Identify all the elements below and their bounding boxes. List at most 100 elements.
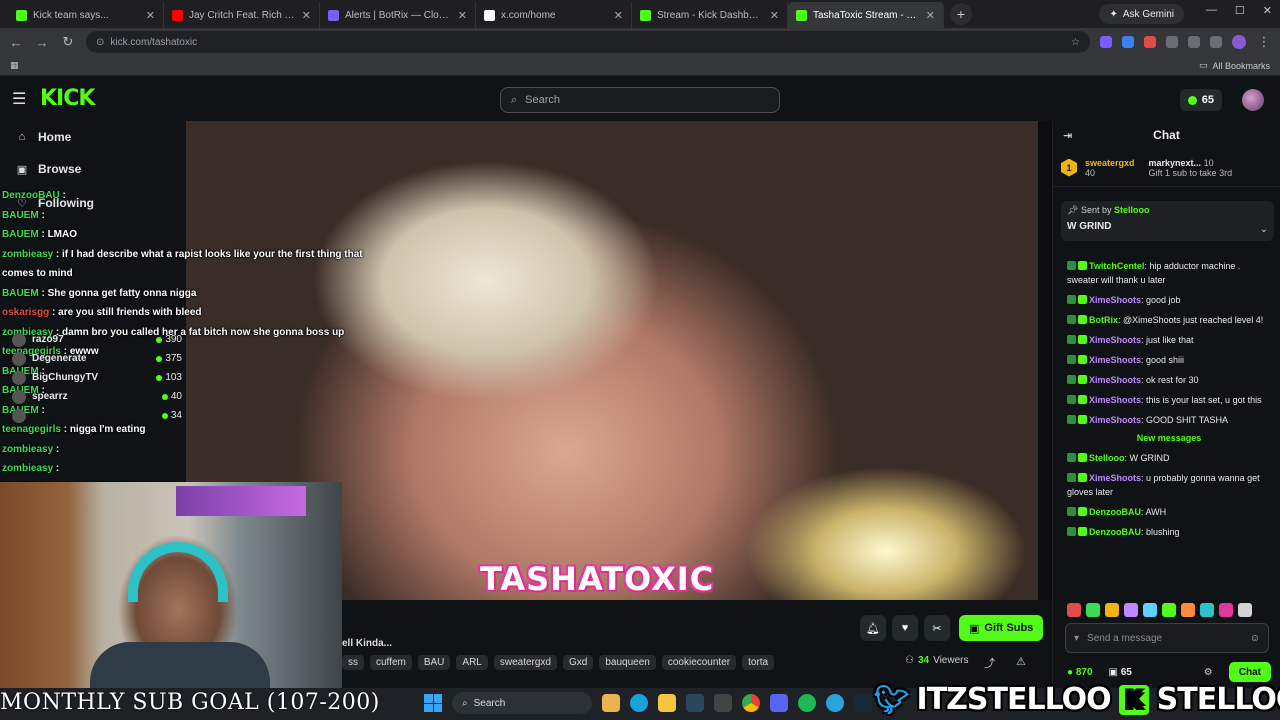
browser-tab[interactable]: Stream - Kick Dashboard ✕ bbox=[632, 2, 788, 28]
discord-icon[interactable] bbox=[770, 694, 788, 712]
reload-icon[interactable]: ↻ bbox=[60, 34, 76, 50]
taskbar-app-icon[interactable] bbox=[602, 694, 620, 712]
following-channel-item[interactable]: 34 bbox=[12, 406, 182, 425]
chat-username[interactable]: XimeShoots bbox=[1089, 473, 1141, 483]
points-badge[interactable]: 65 bbox=[1179, 89, 1222, 111]
all-bookmarks-button[interactable]: ▭ All Bookmarks bbox=[1199, 60, 1270, 71]
close-icon[interactable]: ✕ bbox=[302, 9, 311, 22]
profile-avatar[interactable] bbox=[1232, 35, 1246, 49]
chat-points[interactable]: ● 870 bbox=[1067, 667, 1093, 678]
sidebar-item-home[interactable]: ⌂ Home bbox=[0, 121, 186, 153]
chat-username[interactable]: BotRix bbox=[1089, 315, 1118, 325]
extension-icon[interactable] bbox=[1210, 36, 1222, 48]
close-icon[interactable]: ✕ bbox=[926, 9, 935, 22]
bookmark-star-icon[interactable]: ☆ bbox=[1071, 37, 1080, 48]
browser-tab-active[interactable]: TashaToxic Stream - Watch ✕ bbox=[788, 2, 944, 28]
pinned-message[interactable]: 📌︎ Sent by Stellooo W GRIND ⌄ bbox=[1061, 201, 1274, 241]
extension-icon[interactable] bbox=[1188, 36, 1200, 48]
kick-logo[interactable]: KICK bbox=[40, 86, 95, 111]
apps-grid-icon[interactable]: ▦ bbox=[10, 60, 19, 71]
emoji-icon[interactable]: ☺ bbox=[1250, 633, 1260, 644]
chat-username[interactable]: XimeShoots bbox=[1089, 355, 1141, 365]
chevron-down-icon[interactable]: ⌄ bbox=[1260, 224, 1268, 235]
collapse-chat-icon[interactable]: ⇥ bbox=[1063, 129, 1072, 142]
tag[interactable]: cuffem bbox=[370, 655, 412, 670]
emote-icon[interactable] bbox=[1162, 603, 1176, 617]
emote-icon[interactable] bbox=[1067, 603, 1081, 617]
windows-start-icon[interactable] bbox=[424, 694, 442, 712]
chat-subs[interactable]: ▣ 65 bbox=[1109, 667, 1132, 678]
steam-icon[interactable] bbox=[854, 694, 872, 712]
chat-username[interactable]: XimeShoots bbox=[1089, 295, 1141, 305]
pinned-user[interactable]: Stellooo bbox=[1114, 205, 1150, 215]
browser-tab[interactable]: Jay Critch Feat. Rich The Kid ✕ bbox=[164, 2, 320, 28]
following-channel-item[interactable]: BigChungyTV 103 bbox=[12, 368, 182, 387]
report-icon[interactable]: ⚠ bbox=[1016, 655, 1026, 668]
browser-tab[interactable]: x.com/home ✕ bbox=[476, 2, 632, 28]
folder-icon[interactable] bbox=[658, 694, 676, 712]
follow-heart-button[interactable]: ♥ bbox=[892, 615, 918, 641]
following-channel-item[interactable]: Degenerate 375 bbox=[12, 349, 182, 368]
tag[interactable]: Gxd bbox=[563, 655, 594, 670]
back-icon[interactable]: ← bbox=[8, 35, 24, 50]
tag[interactable]: ARL bbox=[456, 655, 488, 670]
notification-bell-button[interactable]: 🔔︎ bbox=[860, 615, 886, 641]
puzzle-icon[interactable] bbox=[1166, 36, 1178, 48]
gift-subs-button[interactable]: ▣ Gift Subs bbox=[959, 615, 1044, 641]
chat-username[interactable]: Stellooo bbox=[1089, 453, 1125, 463]
close-icon[interactable]: ✕ bbox=[770, 9, 779, 22]
menu-dots-icon[interactable]: ⋮ bbox=[1256, 34, 1272, 50]
chat-username[interactable]: XimeShoots bbox=[1089, 395, 1141, 405]
site-info-icon[interactable]: ⊙ bbox=[96, 37, 104, 48]
leaderboard-first-user[interactable]: sweatergxd bbox=[1085, 158, 1135, 168]
tag[interactable]: BAU bbox=[417, 655, 451, 670]
hamburger-menu-icon[interactable]: ☰ bbox=[12, 89, 32, 109]
emote-icon[interactable] bbox=[1086, 603, 1100, 617]
browser-tab[interactable]: Alerts | BotRix — Cloud Stream ✕ bbox=[320, 2, 476, 28]
tag[interactable]: cookiecounter bbox=[661, 655, 737, 670]
chat-username[interactable]: XimeShoots bbox=[1089, 335, 1141, 345]
user-avatar[interactable] bbox=[1242, 89, 1264, 111]
chat-username[interactable]: XimeShoots bbox=[1089, 415, 1141, 425]
telegram-icon[interactable] bbox=[826, 694, 844, 712]
chat-message-input[interactable]: ▾ Send a message ☺ bbox=[1065, 623, 1269, 653]
chat-username[interactable]: XimeShoots bbox=[1089, 375, 1141, 385]
extension-icon[interactable] bbox=[1144, 36, 1156, 48]
close-icon[interactable]: ✕ bbox=[146, 9, 155, 22]
following-channel-item[interactable]: spearrz 40 bbox=[12, 387, 182, 406]
close-icon[interactable]: ✕ bbox=[614, 9, 623, 22]
close-window-icon[interactable]: ✕ bbox=[1263, 4, 1272, 17]
spotify-icon[interactable] bbox=[798, 694, 816, 712]
following-channel-item[interactable]: razo97 390 bbox=[12, 330, 182, 349]
tag[interactable]: sweatergxd bbox=[493, 655, 557, 670]
clip-button[interactable]: ✂ bbox=[924, 615, 950, 641]
emote-icon[interactable] bbox=[1143, 603, 1157, 617]
browser-tab[interactable]: Kick team says... ✕ bbox=[8, 2, 164, 28]
new-tab-button[interactable]: + bbox=[950, 3, 972, 25]
share-icon[interactable]: ⤴ bbox=[984, 655, 995, 671]
chat-username[interactable]: TwitchCentel bbox=[1089, 261, 1144, 271]
emote-icon[interactable] bbox=[1124, 603, 1138, 617]
search-input[interactable]: ⌕ Search bbox=[500, 87, 780, 113]
gear-icon[interactable]: ⚙ bbox=[1204, 667, 1213, 678]
extension-icon[interactable] bbox=[1122, 36, 1134, 48]
leaderboard-gift-hint[interactable]: Gift 1 sub to take 3rd bbox=[1149, 168, 1233, 178]
taskbar-search[interactable]: ⌕ Search bbox=[452, 692, 592, 714]
send-chat-button[interactable]: Chat bbox=[1228, 662, 1271, 682]
address-bar[interactable]: ⊙ kick.com/tashatoxic ☆ bbox=[86, 31, 1090, 53]
taskbar-app-icon[interactable] bbox=[714, 694, 732, 712]
maximize-icon[interactable]: ☐ bbox=[1235, 4, 1245, 17]
extension-icon[interactable] bbox=[1100, 36, 1112, 48]
chat-username[interactable]: DenzooBAU bbox=[1089, 527, 1141, 537]
emote-icon[interactable] bbox=[1238, 603, 1252, 617]
ask-gemini-button[interactable]: ✦ Ask Gemini bbox=[1099, 4, 1184, 24]
minimize-icon[interactable]: — bbox=[1206, 4, 1217, 17]
chat-username[interactable]: DenzooBAU bbox=[1089, 507, 1141, 517]
tag[interactable]: ss bbox=[342, 655, 364, 670]
edge-icon[interactable] bbox=[630, 694, 648, 712]
tag[interactable]: torta bbox=[742, 655, 775, 670]
chrome-icon[interactable] bbox=[742, 694, 760, 712]
sidebar-item-browse[interactable]: ▣ Browse bbox=[0, 153, 186, 185]
forward-icon[interactable]: → bbox=[34, 35, 50, 50]
new-messages-divider[interactable]: New messages bbox=[1067, 433, 1271, 443]
